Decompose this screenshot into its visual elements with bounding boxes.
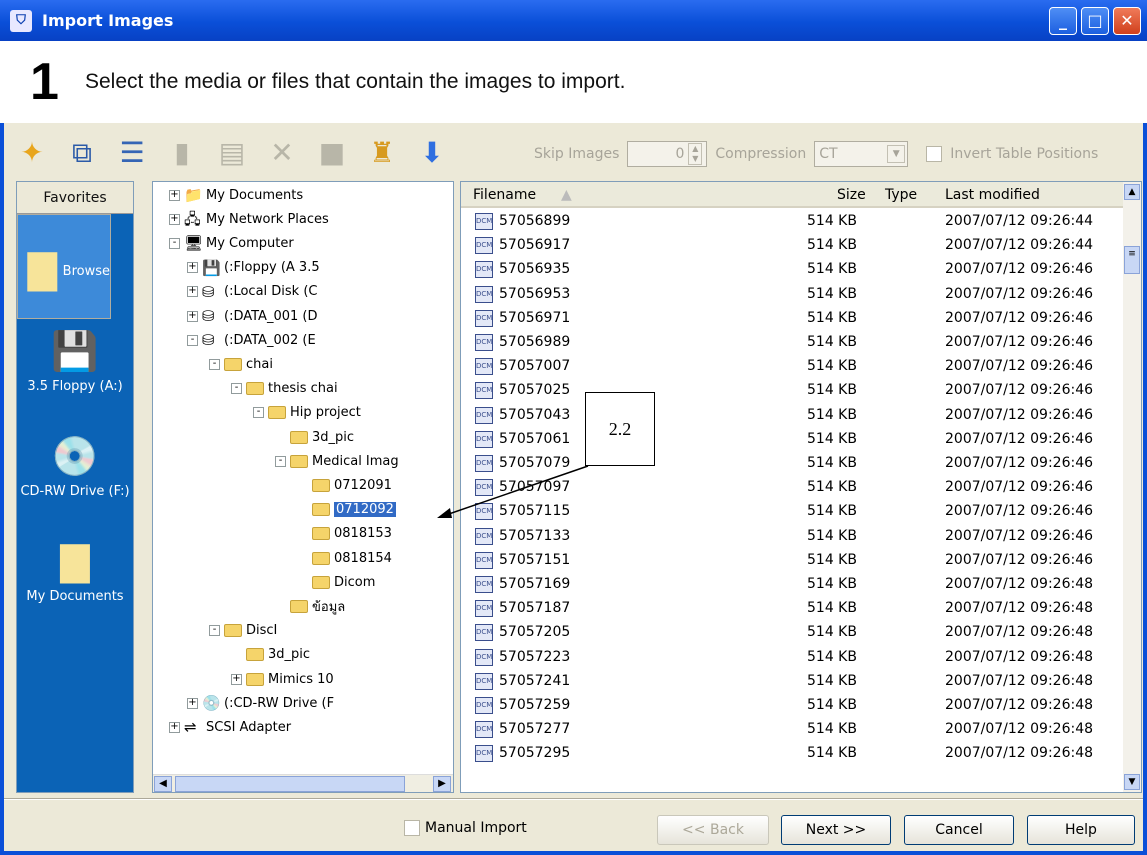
annotation-arrow [437, 465, 589, 518]
